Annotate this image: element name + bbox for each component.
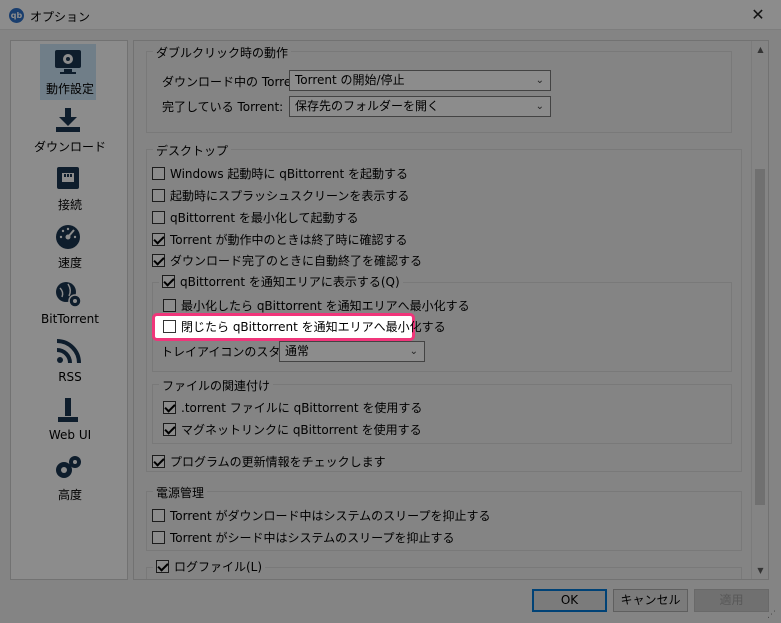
- sidebar-item-label: 接続: [57, 198, 82, 212]
- sidebar-item-rss[interactable]: RSS: [11, 331, 129, 389]
- checkbox[interactable]: [152, 254, 165, 267]
- confirm-autoexit-checkbox[interactable]: ダウンロード完了のときに自動終了を確認する: [152, 252, 422, 270]
- completed-action-select[interactable]: 保存先のフォルダーを開く ⌄: [289, 96, 551, 117]
- startup-checkbox[interactable]: Windows 起動時に qBittorrent を起動する: [152, 165, 408, 183]
- sidebar-item-connection[interactable]: 接続: [11, 157, 129, 215]
- file-association-group: ファイルの関連付け .torrent ファイルに qBittorrent を使用…: [152, 377, 732, 444]
- checkbox[interactable]: [152, 509, 165, 522]
- sidebar-item-label: RSS: [58, 370, 82, 384]
- globe-gear-icon: [56, 282, 82, 308]
- group-title: デスクトップ: [153, 142, 232, 159]
- close-button[interactable]: ✕: [735, 0, 781, 30]
- tray-icon-style-select[interactable]: 通常 ⌄: [279, 341, 425, 362]
- checkbox[interactable]: [152, 189, 165, 202]
- log-file-checkbox[interactable]: ログファイル(L): [153, 558, 266, 575]
- checkbox[interactable]: [152, 233, 165, 246]
- ok-button[interactable]: OK: [532, 589, 607, 612]
- group-title: ファイルの関連付け: [159, 377, 274, 394]
- downloading-action-select[interactable]: Torrent の開始/停止 ⌄: [289, 70, 551, 91]
- power-management-group: 電源管理 Torrent がダウンロード中はシステムのスリープを抑止する Tor…: [146, 484, 742, 551]
- checkbox[interactable]: [156, 560, 169, 573]
- sidebar-item-speed[interactable]: 速度: [11, 215, 129, 273]
- checkbox[interactable]: [152, 211, 165, 224]
- network-port-icon: [57, 167, 79, 189]
- vertical-scrollbar[interactable]: ▲ ▼: [751, 41, 768, 579]
- group-title: 電源管理: [153, 484, 208, 501]
- chevron-down-icon: ⌄: [535, 101, 544, 112]
- tray-checkbox[interactable]: qBittorrent を通知エリアに表示する(Q): [159, 273, 403, 290]
- close-to-tray-highlight[interactable]: 閉じたら qBittorrent を通知エリアへ最小化する: [152, 313, 446, 341]
- webui-icon: [58, 398, 78, 422]
- scroll-down-arrow-icon[interactable]: ▼: [752, 562, 768, 579]
- qbittorrent-app-icon: qb: [9, 8, 24, 23]
- group-title: ダブルクリック時の動作: [153, 44, 292, 61]
- splash-checkbox[interactable]: 起動時にスプラッシュスクリーンを表示する: [152, 187, 409, 205]
- resize-grip-icon[interactable]: ⋰: [767, 609, 779, 621]
- inhibit-sleep-seed-checkbox[interactable]: Torrent がシード中はシステムのスリープを抑止する: [152, 529, 454, 547]
- sidebar-item-advanced[interactable]: 高度: [11, 447, 129, 505]
- apply-button[interactable]: 適用: [694, 589, 769, 612]
- title-bar: qb オプション ✕: [0, 0, 781, 30]
- rss-icon: [56, 339, 81, 364]
- sidebar-item-label: 動作設定: [45, 82, 94, 96]
- torrent-file-assoc-checkbox[interactable]: .torrent ファイルに qBittorrent を使用する: [163, 399, 422, 417]
- sidebar-item-label: ダウンロード: [33, 140, 106, 154]
- magnet-assoc-checkbox[interactable]: マグネットリンクに qBittorrent を使用する: [163, 421, 422, 439]
- checkbox[interactable]: [162, 275, 175, 288]
- checkbox[interactable]: [163, 299, 176, 312]
- chevron-down-icon: ⌄: [535, 75, 544, 86]
- monitor-gear-icon: [55, 50, 81, 74]
- window-title: オプション: [30, 10, 91, 24]
- sidebar-item-label: Web UI: [48, 428, 92, 442]
- check-updates-checkbox[interactable]: プログラムの更新情報をチェックします: [152, 453, 386, 471]
- scroll-thumb[interactable]: [755, 169, 765, 505]
- sidebar-item-label: BitTorrent: [41, 312, 99, 326]
- category-sidebar: 動作設定 ダウンロード 接続 速度 BitTorrent RSS Web UI …: [10, 40, 128, 580]
- start-minimized-checkbox[interactable]: qBittorrent を最小化して起動する: [152, 209, 358, 227]
- checkbox[interactable]: [152, 455, 165, 468]
- completed-action-label: 完了している Torrent:: [162, 100, 284, 114]
- log-file-group: ログファイル(L): [146, 558, 742, 579]
- sidebar-item-webui[interactable]: Web UI: [11, 389, 129, 447]
- settings-panel: ダブルクリック時の動作 ダウンロード中の Torrent: Torrent の開…: [133, 40, 769, 580]
- sidebar-item-label: 高度: [57, 488, 82, 502]
- inhibit-sleep-download-checkbox[interactable]: Torrent がダウンロード中はシステムのスリープを抑止する: [152, 507, 490, 525]
- checkbox[interactable]: [163, 423, 176, 436]
- cancel-button[interactable]: キャンセル: [613, 589, 688, 612]
- desktop-group: デスクトップ Windows 起動時に qBittorrent を起動する 起動…: [146, 142, 742, 472]
- checkbox[interactable]: [163, 320, 176, 333]
- sidebar-item-behavior[interactable]: 動作設定: [11, 41, 129, 100]
- sidebar-item-label: 速度: [57, 256, 82, 270]
- doubleclick-group: ダブルクリック時の動作 ダウンロード中の Torrent: Torrent の開…: [146, 44, 732, 133]
- sidebar-item-bittorrent[interactable]: BitTorrent: [11, 273, 129, 331]
- download-icon: [56, 108, 80, 132]
- close-to-tray-checkbox[interactable]: 閉じたら qBittorrent を通知エリアへ最小化する: [163, 318, 446, 336]
- checkbox[interactable]: [152, 531, 165, 544]
- sidebar-item-downloads[interactable]: ダウンロード: [11, 99, 129, 157]
- scroll-up-arrow-icon[interactable]: ▲: [752, 41, 768, 58]
- checkbox[interactable]: [152, 167, 165, 180]
- gears-icon: [56, 456, 81, 478]
- downloading-action-label: ダウンロード中の Torrent:: [162, 75, 308, 89]
- chevron-down-icon: ⌄: [409, 346, 418, 357]
- speedometer-icon: [56, 225, 80, 249]
- checkbox[interactable]: [163, 401, 176, 414]
- confirm-exit-checkbox[interactable]: Torrent が動作中のときは終了時に確認する: [152, 231, 408, 249]
